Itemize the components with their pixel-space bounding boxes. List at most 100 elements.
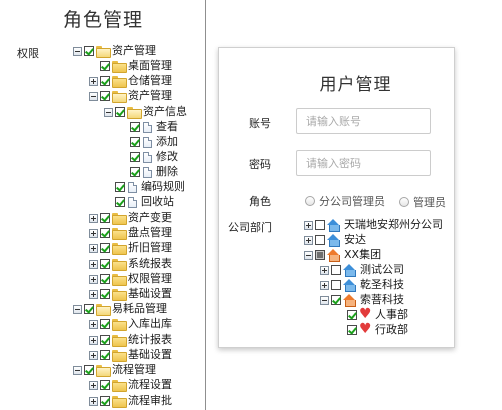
checkbox[interactable] <box>100 396 110 406</box>
tree-node-process-approval[interactable]: 流程审批 <box>89 394 172 408</box>
collapse-icon[interactable] <box>89 91 98 101</box>
collapse-icon[interactable] <box>320 295 329 305</box>
checkbox[interactable] <box>331 280 341 290</box>
tree-node-storage-management[interactable]: 仓储管理 <box>89 74 172 88</box>
tree-node-process-settings[interactable]: 流程设置 <box>89 378 172 392</box>
expand-icon[interactable] <box>89 243 98 253</box>
tree-node-desktop-management[interactable]: 桌面管理 <box>89 59 172 73</box>
checkbox[interactable] <box>130 122 140 132</box>
tree-node-delete[interactable]: 删除 <box>119 165 178 179</box>
dept-node-hr[interactable]: 人事部 <box>336 307 408 322</box>
company-icon <box>343 279 356 292</box>
tree-node-asset-management[interactable]: 资产管理 <box>73 44 156 58</box>
checkbox[interactable] <box>100 319 110 329</box>
checkbox[interactable] <box>100 213 110 223</box>
dept-node-admin-dept[interactable]: 行政部 <box>336 322 408 337</box>
tree-node-asset-management-sub[interactable]: 资产管理 <box>89 89 172 103</box>
checkbox[interactable] <box>100 91 110 101</box>
collapse-icon[interactable] <box>104 107 113 117</box>
tree-node-inventory-management[interactable]: 盘点管理 <box>89 226 172 240</box>
checkbox[interactable] <box>100 243 110 253</box>
collapse-icon[interactable] <box>73 304 82 314</box>
checkbox[interactable] <box>84 46 94 56</box>
collapse-icon[interactable] <box>304 250 313 260</box>
tree-node-add[interactable]: 添加 <box>119 135 178 149</box>
folder-icon <box>112 76 127 88</box>
checkbox[interactable] <box>84 365 94 375</box>
collapse-icon[interactable] <box>73 46 82 56</box>
collapse-icon[interactable] <box>73 365 82 375</box>
expand-icon[interactable] <box>89 213 98 223</box>
expand-icon[interactable] <box>89 319 98 329</box>
checkbox[interactable] <box>315 220 325 230</box>
folder-icon <box>112 243 127 255</box>
tree-node-statistics-reports[interactable]: 统计报表 <box>89 333 172 347</box>
folder-icon <box>112 259 127 271</box>
expand-icon[interactable] <box>89 76 98 86</box>
tree-node-system-reports[interactable]: 系统报表 <box>89 257 172 271</box>
checkbox[interactable] <box>347 325 357 335</box>
expand-icon[interactable] <box>89 228 98 238</box>
tree-node-basic-settings-consumables[interactable]: 基础设置 <box>89 348 172 362</box>
checkbox[interactable] <box>315 250 325 260</box>
dept-node-suopu-tech[interactable]: 索菩科技 <box>320 293 404 307</box>
tree-node-label: 盘点管理 <box>128 226 172 239</box>
tree-node-depreciation-management[interactable]: 折旧管理 <box>89 241 172 255</box>
checkbox[interactable] <box>100 289 110 299</box>
checkbox[interactable] <box>331 295 341 305</box>
checkbox[interactable] <box>130 152 140 162</box>
expand-icon[interactable] <box>320 265 329 275</box>
tree-node-consumables-management[interactable]: 易耗品管理 <box>73 302 167 316</box>
checkbox[interactable] <box>100 61 110 71</box>
tree-node-view[interactable]: 查看 <box>119 120 178 134</box>
expand-icon[interactable] <box>89 274 98 284</box>
expand-icon[interactable] <box>89 259 98 269</box>
checkbox[interactable] <box>347 310 357 320</box>
dept-node-qiansheng-tech[interactable]: 乾圣科技 <box>320 278 404 292</box>
expand-icon[interactable] <box>89 289 98 299</box>
checkbox[interactable] <box>315 235 325 245</box>
checkbox[interactable] <box>100 76 110 86</box>
tree-node-label: 删除 <box>156 165 178 178</box>
checkbox[interactable] <box>115 182 125 192</box>
expand-icon[interactable] <box>89 335 98 345</box>
tree-node-process-management[interactable]: 流程管理 <box>73 363 156 377</box>
folder-open-icon <box>96 46 111 58</box>
checkbox[interactable] <box>130 167 140 177</box>
expand-icon[interactable] <box>89 350 98 360</box>
tree-node-recycle-bin[interactable]: 回收站 <box>104 195 174 209</box>
checkbox[interactable] <box>130 137 140 147</box>
expand-icon[interactable] <box>89 396 98 406</box>
tree-node-label: 流程管理 <box>112 363 156 376</box>
tree-node-permission-management[interactable]: 权限管理 <box>89 272 172 286</box>
folder-open-icon <box>96 304 111 316</box>
checkbox[interactable] <box>100 350 110 360</box>
dept-node-test-company[interactable]: 测试公司 <box>320 263 404 277</box>
checkbox[interactable] <box>115 197 125 207</box>
checkbox[interactable] <box>100 380 110 390</box>
expand-icon[interactable] <box>320 280 329 290</box>
checkbox[interactable] <box>100 274 110 284</box>
dept-node-anda[interactable]: 安达 <box>304 233 366 247</box>
expand-icon[interactable] <box>304 220 313 230</box>
tree-node-edit[interactable]: 修改 <box>119 150 178 164</box>
folder-open-icon <box>112 91 127 103</box>
tree-node-label: 折旧管理 <box>128 241 172 254</box>
expand-icon[interactable] <box>304 235 313 245</box>
dept-node-zhengzhou-branch[interactable]: 天瑞地安郑州分公司 <box>304 218 443 232</box>
tree-node-basic-settings[interactable]: 基础设置 <box>89 287 172 301</box>
checkbox[interactable] <box>100 335 110 345</box>
tree-node-asset-info[interactable]: 资产信息 <box>104 105 187 119</box>
tree-node-stock-in-out[interactable]: 入库出库 <box>89 317 172 331</box>
checkbox[interactable] <box>84 304 94 314</box>
checkbox[interactable] <box>100 259 110 269</box>
checkbox[interactable] <box>115 107 125 117</box>
tree-node-encoding-rules[interactable]: 编码规则 <box>104 180 185 194</box>
tree-node-asset-change[interactable]: 资产变更 <box>89 211 172 225</box>
dept-node-xx-group[interactable]: XX集团 <box>304 248 381 262</box>
checkbox[interactable] <box>100 228 110 238</box>
checkbox[interactable] <box>331 265 341 275</box>
expand-icon[interactable] <box>89 380 98 390</box>
